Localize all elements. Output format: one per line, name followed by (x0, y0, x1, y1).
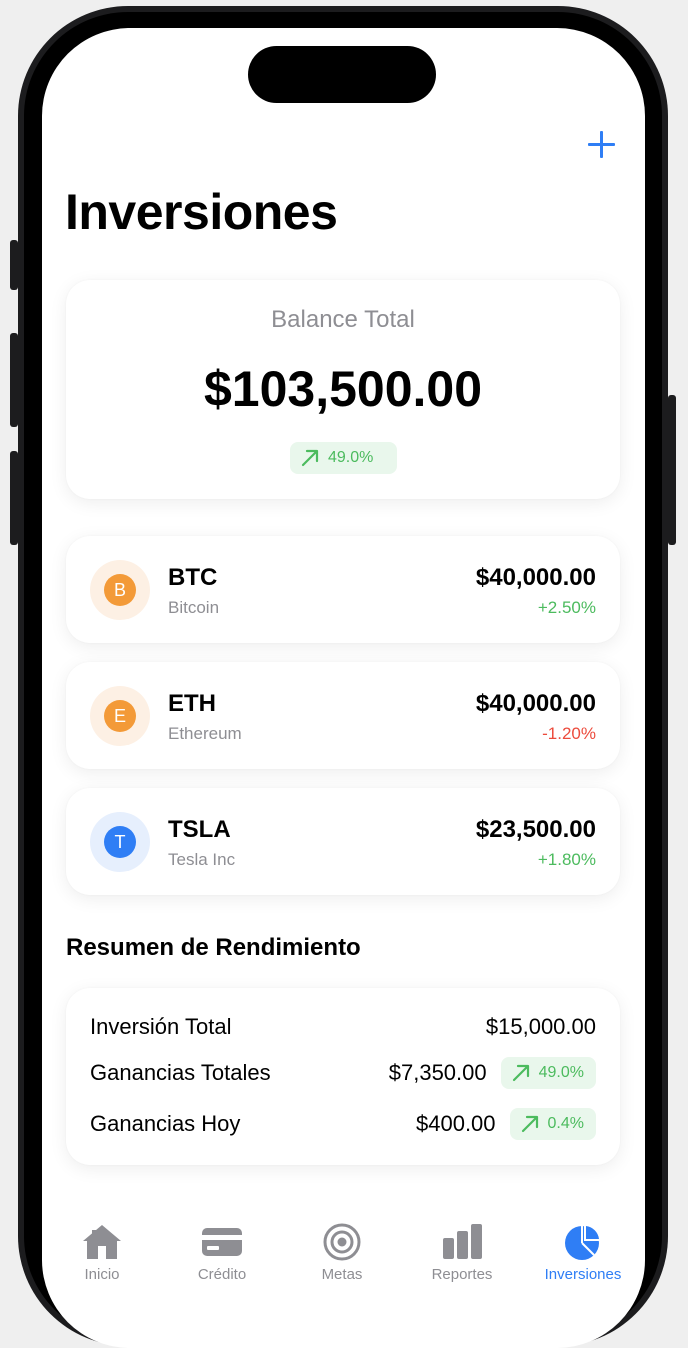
total-gains-change-value: 49.0% (538, 1064, 584, 1081)
arrow-up-right-icon (512, 1064, 529, 1082)
summary-card: Inversión Total $15,000.00 Ganancias Tot… (66, 988, 620, 1165)
asset-value: $40,000.00 (475, 690, 596, 717)
bar-chart-icon (443, 1224, 482, 1259)
asset-card-eth[interactable]: E ETH Ethereum $40,000.00 -1.20% (66, 662, 620, 769)
tab-label: Inversiones (544, 1266, 622, 1283)
add-investment-button[interactable] (587, 130, 617, 160)
summary-title: Resumen de Rendimiento (66, 934, 361, 961)
asset-value: $40,000.00 (475, 564, 596, 591)
asset-icon-background: E (90, 686, 150, 746)
screen: Inversiones Balance Total $103,500.00 49… (42, 28, 645, 1348)
tab-label: Metas (321, 1266, 363, 1283)
volume-down-button (10, 451, 18, 545)
summary-row-value: $7,350.00 (388, 1060, 487, 1085)
arrow-up-right-icon (521, 1115, 538, 1133)
total-gains-change-badge: 49.0% (500, 1057, 596, 1089)
asset-value: $23,500.00 (475, 816, 596, 843)
asset-symbol: BTC (168, 564, 218, 591)
pie-chart-icon (565, 1224, 601, 1260)
tab-label: Inicio (84, 1266, 120, 1283)
credit-card-icon (202, 1228, 242, 1256)
asset-icon-background: B (90, 560, 150, 620)
asset-name: Tesla Inc (168, 850, 236, 869)
balance-value: $103,500.00 (203, 361, 483, 417)
tab-label: Reportes (431, 1266, 493, 1283)
balance-change-value: 49.0% (328, 449, 374, 466)
tab-bar: Inicio Crédito Metas Reportes Inversione… (42, 1208, 645, 1288)
bitcoin-icon: B (104, 574, 136, 606)
asset-name: Ethereum (168, 724, 242, 743)
house-icon (83, 1225, 121, 1259)
tab-metas[interactable]: Metas (282, 1208, 402, 1283)
tesla-icon: T (104, 826, 136, 858)
balance-change-badge: 49.0% (290, 442, 397, 474)
asset-symbol: TSLA (168, 816, 231, 843)
balance-label: Balance Total (271, 306, 415, 333)
summary-row-value: $400.00 (416, 1111, 496, 1136)
summary-row-label: Ganancias Totales (90, 1060, 271, 1085)
page-title: Inversiones (65, 184, 338, 240)
summary-row-label: Ganancias Hoy (90, 1111, 241, 1136)
ethereum-icon: E (104, 700, 136, 732)
tab-credito[interactable]: Crédito (162, 1208, 282, 1283)
target-icon (323, 1223, 361, 1261)
arrow-up-right-icon (301, 449, 319, 467)
action-button (10, 240, 18, 290)
tab-label: Crédito (197, 1266, 247, 1283)
tab-reportes[interactable]: Reportes (402, 1208, 522, 1283)
asset-card-btc[interactable]: B BTC Bitcoin $40,000.00 +2.50% (66, 536, 620, 643)
power-button (668, 395, 676, 545)
today-gains-change-badge: 0.4% (509, 1108, 596, 1140)
summary-row-total-gains: Ganancias Totales $7,350.00 49.0% (90, 1056, 596, 1090)
volume-up-button (10, 333, 18, 427)
asset-card-tsla[interactable]: T TSLA Tesla Inc $23,500.00 +1.80% (66, 788, 620, 895)
today-gains-change-value: 0.4% (547, 1115, 584, 1132)
asset-change: +1.80% (537, 850, 596, 869)
tab-inicio[interactable]: Inicio (42, 1208, 162, 1283)
balance-card: Balance Total $103,500.00 49.0% (66, 280, 620, 499)
dynamic-island (248, 46, 436, 103)
summary-row-total-investment: Inversión Total $15,000.00 (90, 1010, 596, 1044)
tab-inversiones[interactable]: Inversiones (523, 1208, 643, 1283)
asset-icon-background: T (90, 812, 150, 872)
asset-change: -1.20% (542, 724, 596, 743)
summary-row-value: $15,000.00 (485, 1014, 596, 1039)
summary-row-today-gains: Ganancias Hoy $400.00 0.4% (90, 1107, 596, 1141)
asset-name: Bitcoin (168, 598, 220, 617)
asset-change: +2.50% (537, 598, 596, 617)
asset-symbol: ETH (168, 690, 216, 717)
summary-row-label: Inversión Total (90, 1014, 232, 1039)
